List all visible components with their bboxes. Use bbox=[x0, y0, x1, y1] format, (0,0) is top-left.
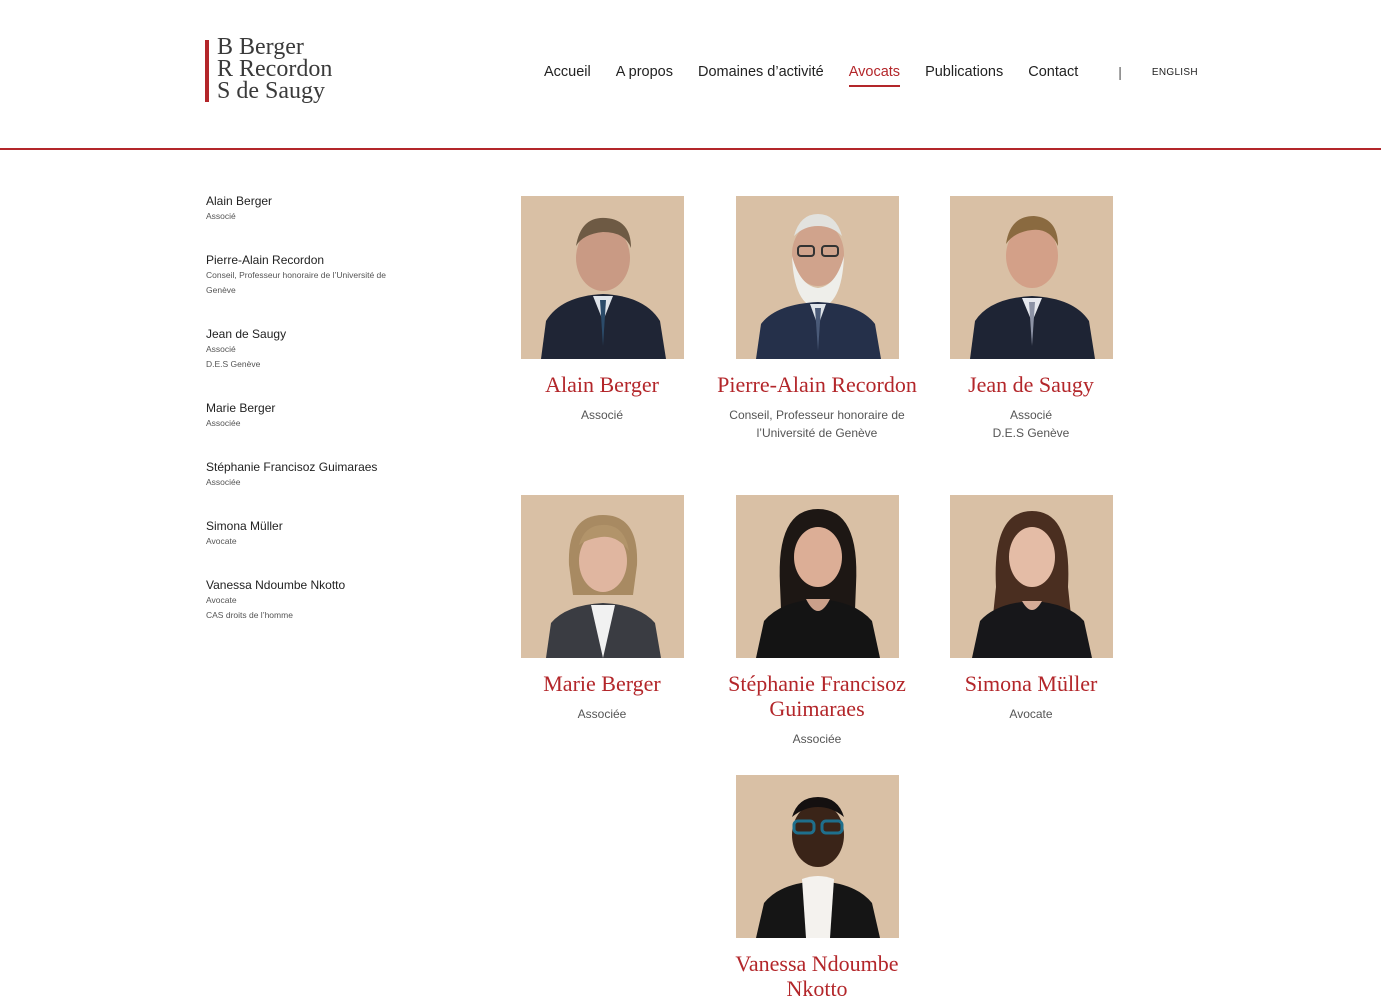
nav-publications[interactable]: Publications bbox=[925, 64, 1003, 80]
lawyer-list-title: Associé bbox=[206, 211, 236, 221]
lawyer-card-name[interactable]: Jean de Saugy bbox=[921, 372, 1141, 397]
site-header: B Berger R Recordon S de Saugy Accueil A… bbox=[0, 0, 1381, 150]
lawyer-list-title: Associée bbox=[206, 418, 241, 428]
lawyer-card-title: Conseil, Professeur honoraire de bbox=[729, 408, 905, 422]
lawyer-card[interactable]: Alain Berger Associé bbox=[492, 196, 712, 424]
lawyer-card[interactable]: Vanessa Ndoumbe Nkotto bbox=[707, 775, 927, 1000]
lawyer-list-title: CAS droits de l’homme bbox=[206, 610, 293, 620]
nav-a-propos[interactable]: A propos bbox=[616, 64, 673, 80]
firm-logo[interactable]: B Berger R Recordon S de Saugy bbox=[205, 35, 332, 103]
lawyer-list-title: Associé bbox=[206, 344, 236, 354]
portrait-man-icon bbox=[520, 196, 684, 359]
logo-accent-bar bbox=[205, 40, 209, 102]
lawyer-list-title: Associée bbox=[206, 477, 241, 487]
nav-contact[interactable]: Contact bbox=[1028, 64, 1078, 80]
lawyer-list-item[interactable]: Vanessa Ndoumbe Nkotto Avocate CAS droit… bbox=[206, 577, 446, 623]
lawyer-photo[interactable] bbox=[735, 196, 899, 359]
nav-domaines[interactable]: Domaines d’activité bbox=[698, 64, 824, 80]
lawyer-card-title: l’Université de Genève bbox=[756, 426, 878, 440]
lawyer-card-name[interactable]: Stéphanie Francisoz Guimaraes bbox=[707, 671, 927, 721]
main-nav: Accueil A propos Domaines d’activité Avo… bbox=[544, 62, 1198, 87]
lawyer-list-item[interactable]: Alain Berger Associé bbox=[206, 193, 446, 224]
nav-accueil[interactable]: Accueil bbox=[544, 64, 591, 80]
lawyer-card-title: Avocate bbox=[1009, 707, 1053, 721]
lawyer-list-item[interactable]: Stéphanie Francisoz Guimaraes Associée bbox=[206, 459, 446, 490]
lawyer-photo[interactable] bbox=[735, 495, 899, 658]
lawyer-photo[interactable] bbox=[949, 196, 1113, 359]
lawyer-list-name[interactable]: Vanessa Ndoumbe Nkotto bbox=[206, 577, 446, 593]
lawyer-photo[interactable] bbox=[735, 775, 899, 938]
lawyer-list-title: Avocate bbox=[206, 595, 237, 605]
lawyer-card[interactable]: Marie Berger Associée bbox=[492, 495, 712, 723]
lawyer-card-title: Associée bbox=[792, 732, 842, 746]
lawyer-card-name[interactable]: Vanessa Ndoumbe Nkotto bbox=[707, 951, 927, 1000]
lawyer-card-name[interactable]: Alain Berger bbox=[492, 372, 712, 397]
lawyer-list-name[interactable]: Jean de Saugy bbox=[206, 326, 446, 342]
lawyer-list-item[interactable]: Jean de Saugy Associé D.E.S Genève bbox=[206, 326, 446, 372]
lawyer-card-name[interactable]: Simona Müller bbox=[921, 671, 1141, 696]
logo-line-2: R Recordon bbox=[217, 56, 333, 82]
lawyer-card[interactable]: Pierre-Alain Recordon Conseil, Professeu… bbox=[707, 196, 927, 442]
lawyer-photo[interactable] bbox=[949, 495, 1113, 658]
portrait-man-icon bbox=[735, 196, 899, 359]
lawyer-card-name[interactable]: Marie Berger bbox=[492, 671, 712, 696]
nav-avocats[interactable]: Avocats bbox=[848, 64, 901, 87]
lawyer-list-name[interactable]: Marie Berger bbox=[206, 400, 446, 416]
lawyer-list-item[interactable]: Pierre-Alain Recordon Conseil, Professeu… bbox=[206, 252, 446, 298]
portrait-woman-icon bbox=[735, 775, 899, 938]
nav-separator: | bbox=[1118, 64, 1122, 80]
lawyer-card-title: Associé bbox=[1009, 408, 1053, 422]
lawyer-list-name[interactable]: Stéphanie Francisoz Guimaraes bbox=[206, 459, 446, 475]
lawyer-card[interactable]: Stéphanie Francisoz Guimaraes Associée bbox=[707, 495, 927, 748]
lawyer-list-name[interactable]: Pierre-Alain Recordon bbox=[206, 252, 446, 268]
logo-wordmark: B Berger R Recordon S de Saugy bbox=[217, 34, 333, 104]
lawyer-card-title: Associé bbox=[580, 408, 624, 422]
lawyer-card-name[interactable]: Pierre-Alain Recordon bbox=[707, 372, 927, 397]
lawyer-list-title: Genève bbox=[206, 285, 236, 295]
lawyer-list-name[interactable]: Alain Berger bbox=[206, 193, 446, 209]
lawyer-photo[interactable] bbox=[520, 495, 684, 658]
lawyer-photo[interactable] bbox=[520, 196, 684, 359]
lawyer-list-title: D.E.S Genève bbox=[206, 359, 261, 369]
portrait-man-icon bbox=[949, 196, 1113, 359]
lawyer-list-title: Conseil, Professeur honoraire de l’Unive… bbox=[206, 270, 387, 280]
logo-line-3: S de Saugy bbox=[217, 78, 325, 104]
logo-line-1: B Berger bbox=[217, 34, 304, 60]
lawyer-list-item[interactable]: Marie Berger Associée bbox=[206, 400, 446, 431]
lawyer-card[interactable]: Jean de Saugy Associé D.E.S Genève bbox=[921, 196, 1141, 442]
lawyer-list-title: Avocate bbox=[206, 536, 237, 546]
portrait-woman-icon bbox=[735, 495, 899, 658]
language-switch[interactable]: ENGLISH bbox=[1152, 67, 1198, 78]
lawyer-list-item[interactable]: Simona Müller Avocate bbox=[206, 518, 446, 549]
lawyer-list-name[interactable]: Simona Müller bbox=[206, 518, 446, 534]
lawyer-card-title: D.E.S Genève bbox=[992, 426, 1070, 440]
lawyer-card-title: Associée bbox=[577, 707, 627, 721]
lawyer-card[interactable]: Simona Müller Avocate bbox=[921, 495, 1141, 723]
portrait-woman-icon bbox=[949, 495, 1113, 658]
portrait-woman-icon bbox=[520, 495, 684, 658]
